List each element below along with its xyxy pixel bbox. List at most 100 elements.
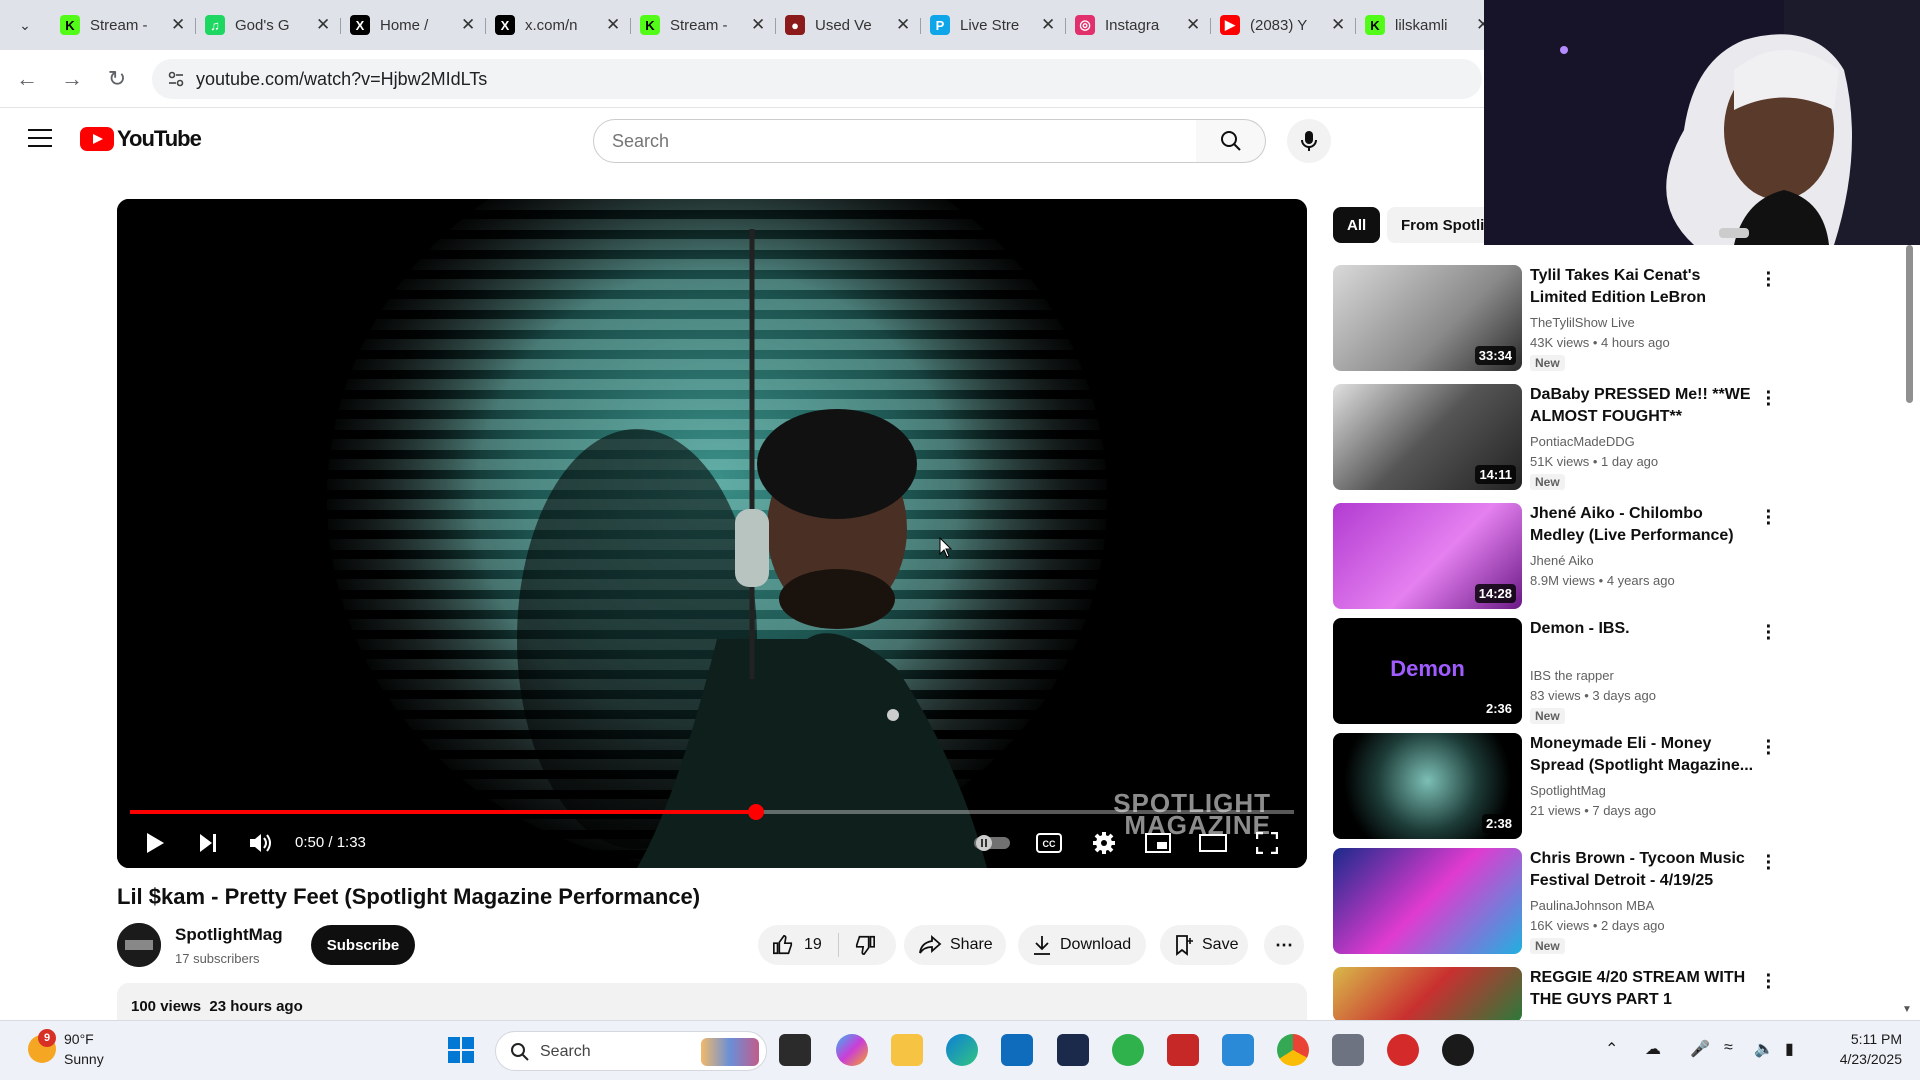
utility-app-icon[interactable] <box>1332 1034 1364 1066</box>
more-options-icon[interactable]: · · · <box>1763 617 1775 649</box>
video-thumbnail[interactable] <box>1333 848 1522 954</box>
close-tab-icon[interactable]: ✕ <box>1329 15 1347 35</box>
scrollbar-thumb[interactable] <box>1906 245 1913 403</box>
task-view-icon[interactable] <box>779 1034 811 1066</box>
video-thumbnail[interactable]: Demon 2:36 <box>1333 618 1522 724</box>
volume-icon[interactable] <box>241 825 281 861</box>
autoplay-toggle[interactable] <box>972 825 1012 861</box>
recommended-video-title[interactable]: REGGIE 4/20 STREAM WITH THE GUYS PART 1 <box>1530 967 1758 1011</box>
site-info-icon[interactable] <box>166 69 188 89</box>
clock-date[interactable]: 4/23/2025 <box>1826 1051 1902 1067</box>
recommended-video[interactable]: 14:28 Jhené Aiko - Chilombo Medley (Live … <box>1333 502 1775 611</box>
recommended-video[interactable]: 2:38 Moneymade Eli - Money Spread (Spotli… <box>1333 732 1775 841</box>
clock-time[interactable]: 5:11 PM <box>1838 1031 1902 1047</box>
edge-browser-icon[interactable] <box>946 1034 978 1066</box>
reload-icon[interactable]: ↻ <box>102 64 132 94</box>
chrome-icon[interactable] <box>1277 1034 1309 1066</box>
description-box[interactable]: 100 views 23 hours ago <box>117 983 1307 1023</box>
recommended-channel-name[interactable]: IBS the rapper <box>1530 668 1614 683</box>
taskbar-search-box[interactable]: Search <box>495 1031 767 1071</box>
browser-tab[interactable]: K Stream - ✕ <box>52 8 195 42</box>
search-box[interactable] <box>593 119 1197 163</box>
recommended-video[interactable]: Demon 2:36 Demon - IBS. IBS the rapper 83 vi… <box>1333 617 1775 726</box>
sidebar-scrollbar[interactable] <box>1904 245 1916 1017</box>
onedrive-cloud-icon[interactable]: ☁ <box>1645 1039 1661 1059</box>
obs-icon[interactable] <box>1442 1034 1474 1066</box>
search-button[interactable] <box>1196 119 1266 163</box>
more-options-icon[interactable]: · · · <box>1763 264 1775 296</box>
recommended-video[interactable]: REGGIE 4/20 STREAM WITH THE GUYS PART 1 ·… <box>1333 966 1775 1022</box>
download-button[interactable]: Download <box>1018 925 1146 965</box>
recommended-video[interactable]: 14:11 DaBaby PRESSED Me!! **WE ALMOST FOU… <box>1333 383 1775 492</box>
file-explorer-icon[interactable] <box>891 1034 923 1066</box>
recommended-video-title[interactable]: DaBaby PRESSED Me!! **WE ALMOST FOUGHT** <box>1530 384 1758 428</box>
fullscreen-icon[interactable] <box>1247 825 1287 861</box>
back-arrow-icon[interactable]: ← <box>12 64 42 94</box>
share-button[interactable]: Share <box>904 925 1006 965</box>
speaker-icon[interactable]: 🔈 <box>1754 1039 1774 1059</box>
search-input[interactable] <box>612 131 1172 152</box>
video-thumbnail[interactable]: 2:38 <box>1333 733 1522 839</box>
recommended-video-title[interactable]: Tylil Takes Kai Cenat's Limited Edition … <box>1530 265 1758 309</box>
like-button[interactable]: 19 <box>772 934 822 956</box>
hamburger-menu-icon[interactable] <box>28 129 52 149</box>
tab-search-dropdown-icon[interactable]: ⌄ <box>10 12 40 38</box>
play-icon[interactable] <box>135 825 175 861</box>
subscribe-button[interactable]: Subscribe <box>311 925 415 965</box>
closed-captions-icon[interactable]: CC <box>1029 825 1069 861</box>
close-tab-icon[interactable]: ✕ <box>604 15 622 35</box>
video-player[interactable]: SPOTLIGHT MAGAZINE 0:50 / 1:33 CC <box>117 199 1307 868</box>
recommended-channel-name[interactable]: PontiacMadeDDG <box>1530 434 1635 449</box>
browser-tab[interactable]: Klilskamli✕ <box>1357 8 1500 42</box>
microphone-tray-icon[interactable]: 🎤 <box>1690 1039 1710 1059</box>
browser-tab[interactable]: ♫ God's G ✕ <box>197 8 340 42</box>
voice-search-button[interactable] <box>1287 119 1331 163</box>
browser-tab[interactable]: ◎ Instagra ✕ <box>1067 8 1210 42</box>
show-hidden-icons-icon[interactable]: ⌃ <box>1605 1039 1618 1059</box>
terminal-app-icon[interactable] <box>1057 1034 1089 1066</box>
close-tab-icon[interactable]: ✕ <box>1039 15 1057 35</box>
close-tab-icon[interactable]: ✕ <box>894 15 912 35</box>
more-actions-icon[interactable]: ⋯ <box>1264 925 1304 965</box>
copilot-icon[interactable] <box>836 1034 868 1066</box>
recommended-channel-name[interactable]: TheTylilShow Live <box>1530 315 1635 330</box>
streaming-app-icon[interactable] <box>1387 1034 1419 1066</box>
video-thumbnail[interactable] <box>1333 967 1522 1022</box>
recommended-video[interactable]: 33:34 Tylil Takes Kai Cenat's Limited Edi… <box>1333 264 1775 373</box>
forward-arrow-icon[interactable]: → <box>57 64 87 94</box>
browser-tab[interactable]: ▶ (2083) Y ✕ <box>1212 8 1355 42</box>
close-tab-icon[interactable]: ✕ <box>169 15 187 35</box>
photos-app-icon[interactable] <box>1222 1034 1254 1066</box>
browser-tab[interactable]: P Live Stre ✕ <box>922 8 1065 42</box>
more-options-icon[interactable]: · · · <box>1763 732 1775 764</box>
video-thumbnail[interactable]: 33:34 <box>1333 265 1522 371</box>
theater-mode-icon[interactable] <box>1193 825 1233 861</box>
weather-condition[interactable]: Sunny <box>64 1051 104 1067</box>
recommended-channel-name[interactable]: PaulinaJohnson MBA <box>1530 898 1654 913</box>
channel-name[interactable]: SpotlightMag <box>175 925 283 945</box>
address-bar[interactable]: youtube.com/watch?v=Hjbw2MIdLTs <box>152 59 1482 99</box>
browser-tab[interactable]: ● Used Ve ✕ <box>777 8 920 42</box>
recommended-channel-name[interactable]: Jhené Aiko <box>1530 553 1594 568</box>
recommended-video-title[interactable]: Chris Brown - Tycoon Music Festival Detr… <box>1530 848 1758 892</box>
weather-temperature[interactable]: 90°F <box>64 1031 94 1047</box>
battery-icon[interactable]: ▮ <box>1785 1039 1794 1059</box>
progress-bar[interactable] <box>130 804 1294 820</box>
close-tab-icon[interactable]: ✕ <box>1184 15 1202 35</box>
youtube-logo[interactable]: YouTube <box>80 126 202 152</box>
more-options-icon[interactable]: · · · <box>1763 502 1775 534</box>
save-button[interactable]: Save <box>1160 925 1248 965</box>
channel-avatar[interactable] <box>117 923 161 967</box>
close-tab-icon[interactable]: ✕ <box>749 15 767 35</box>
evernote-icon[interactable] <box>1112 1034 1144 1066</box>
video-thumbnail[interactable]: 14:11 <box>1333 384 1522 490</box>
browser-tab[interactable]: K Stream - ✕ <box>632 8 775 42</box>
wifi-icon[interactable]: ≈ <box>1724 1039 1733 1057</box>
more-options-icon[interactable]: · · · <box>1763 383 1775 415</box>
video-thumbnail[interactable]: 14:28 <box>1333 503 1522 609</box>
close-tab-icon[interactable]: ✕ <box>314 15 332 35</box>
recommended-video-title[interactable]: Moneymade Eli - Money Spread (Spotlight … <box>1530 733 1758 777</box>
more-options-icon[interactable]: · · · <box>1763 966 1775 998</box>
windows-start-icon[interactable] <box>445 1034 477 1066</box>
recommended-channel-name[interactable]: SpotlightMag <box>1530 783 1606 798</box>
